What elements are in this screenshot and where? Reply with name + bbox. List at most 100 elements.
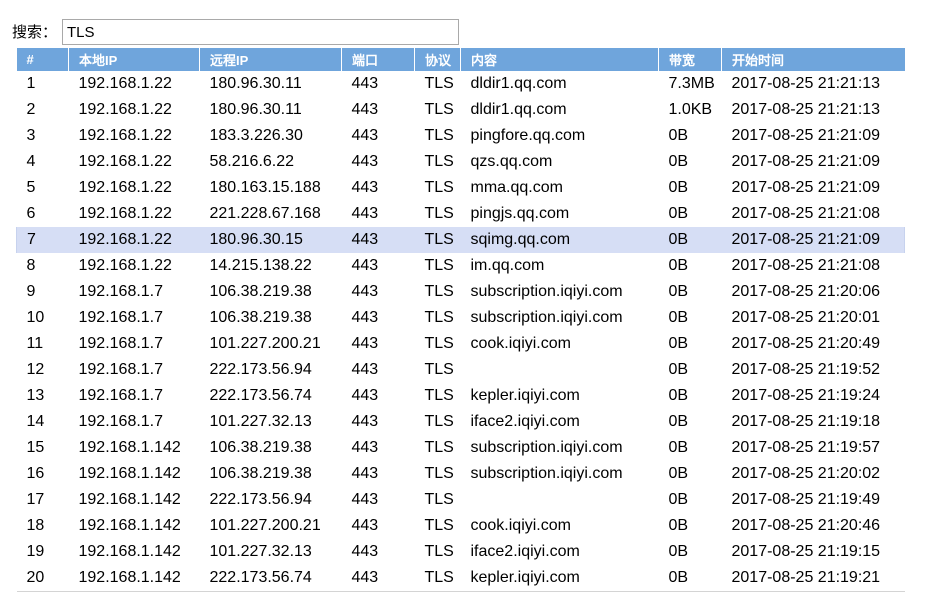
content-cell: sqimg.qq.com — [460, 227, 659, 253]
column-header-remote-ip[interactable]: 远程IP — [199, 48, 342, 71]
row-index-cell: 6 — [26, 205, 36, 222]
column-header-content[interactable]: 内容 — [460, 48, 659, 71]
table-row[interactable]: 11 192.168.1.7 101.227.200.21 443 TLS cook.iq… — [17, 331, 905, 357]
table-row[interactable]: 15 192.168.1.142 106.38.219.38 443 TLS subscr… — [17, 435, 905, 461]
content-cell: qzs.qq.com — [470, 153, 553, 170]
remote-ip-cell: 222.173.56.74 — [209, 387, 312, 404]
port-cell: 443 — [351, 413, 379, 430]
protocol-cell: TLS — [424, 101, 454, 118]
table-row[interactable]: 17 192.168.1.142 222.173.56.94 443 TLS 0B 2017… — [17, 487, 905, 513]
column-header-index[interactable]: # — [16, 48, 69, 71]
table-row[interactable]: 16 192.168.1.142 106.38.219.38 443 TLS subscr… — [17, 461, 905, 487]
start-time-cell: 2017-08-25 21:21:09 — [731, 179, 881, 196]
search-bar: 搜索： — [12, 19, 459, 45]
bandwidth-cell: 0B — [668, 205, 689, 222]
bandwidth-cell: 0B — [668, 361, 689, 378]
remote-ip-cell: 180.96.30.11 — [209, 101, 302, 118]
table-row[interactable]: 4 192.168.1.22 58.216.6.22 443 TLS qzs.qq.com… — [17, 149, 905, 175]
remote-ip-cell: 180.96.30.11 — [209, 75, 302, 92]
start-time-cell: 2017-08-25 21:19:52 — [731, 361, 881, 378]
row-index-cell: 10 — [26, 309, 45, 326]
port-cell: 443 — [351, 179, 379, 196]
port-cell: 443 — [351, 543, 379, 560]
local-ip-cell: 192.168.1.7 — [78, 387, 164, 404]
local-ip-cell: 192.168.1.142 — [78, 517, 181, 534]
local-ip-cell: 192.168.1.22 — [78, 101, 172, 118]
column-header-bandwidth[interactable]: 带宽 — [658, 48, 722, 71]
start-time-cell: 2017-08-25 21:19:24 — [731, 387, 881, 404]
start-time-cell: 2017-08-25 21:21:09 — [731, 127, 881, 144]
table-row[interactable]: 12 192.168.1.7 222.173.56.94 443 TLS 0B 2017-0… — [17, 357, 905, 383]
bandwidth-cell: 0B — [668, 257, 689, 274]
start-time-cell: 2017-08-25 21:19:21 — [731, 569, 881, 586]
table-row[interactable]: 3 192.168.1.22 183.3.226.30 443 TLS pingfore.… — [17, 123, 905, 149]
remote-ip-cell: 101.227.200.21 — [209, 335, 321, 352]
port-cell: 443 — [351, 205, 379, 222]
content-cell: im.qq.com — [470, 257, 545, 274]
bandwidth-cell: 0B — [668, 569, 689, 586]
table-header-row: # 本地IP 远程IP 端口 协议 内容 带宽 开始时间 — [16, 48, 905, 71]
content-cell — [461, 357, 659, 383]
local-ip-cell: 192.168.1.22 — [78, 153, 172, 170]
table-row[interactable]: 20 192.168.1.142 222.173.56.74 443 TLS kepler… — [17, 565, 905, 592]
bandwidth-cell: 0B — [668, 465, 689, 482]
content-cell: dldir1.qq.com — [470, 101, 567, 118]
table-row[interactable]: 19 192.168.1.142 101.227.32.13 443 TLS iface2… — [17, 539, 905, 565]
row-index-cell: 3 — [26, 127, 36, 144]
table-row[interactable]: 7 192.168.1.22 180.96.30.15 443 TLS sqimg.qq.… — [16, 227, 905, 253]
table-row[interactable]: 8 192.168.1.22 14.215.138.22 443 TLS im.qq.co… — [17, 253, 905, 279]
bandwidth-cell: 0B — [668, 153, 689, 170]
remote-ip-cell: 106.38.219.38 — [209, 283, 312, 300]
protocol-cell: TLS — [424, 465, 454, 482]
start-time-cell: 2017-08-25 21:21:13 — [731, 101, 881, 118]
table-row[interactable]: 1 192.168.1.22 180.96.30.11 443 TLS dldir1.qq… — [17, 71, 905, 97]
content-cell: subscription.iqiyi.com — [470, 283, 623, 300]
local-ip-cell: 192.168.1.22 — [78, 205, 172, 222]
row-index-cell: 9 — [26, 283, 36, 300]
protocol-cell: TLS — [424, 491, 454, 508]
protocol-cell: TLS — [424, 569, 454, 586]
column-header-port[interactable]: 端口 — [341, 48, 415, 71]
protocol-cell: TLS — [424, 439, 454, 456]
protocol-cell: TLS — [424, 335, 454, 352]
start-time-cell: 2017-08-25 21:19:57 — [731, 439, 881, 456]
port-cell: 443 — [351, 361, 379, 378]
table-row[interactable]: 9 192.168.1.7 106.38.219.38 443 TLS subscript… — [17, 279, 905, 305]
bandwidth-cell: 0B — [668, 439, 689, 456]
content-cell: iface2.iqiyi.com — [470, 543, 580, 560]
start-time-cell: 2017-08-25 21:20:01 — [731, 309, 881, 326]
local-ip-cell: 192.168.1.7 — [78, 283, 164, 300]
table-row[interactable]: 13 192.168.1.7 222.173.56.74 443 TLS kepler.i… — [17, 383, 905, 409]
remote-ip-cell: 222.173.56.94 — [209, 361, 312, 378]
protocol-cell: TLS — [424, 543, 454, 560]
table-row[interactable]: 5 192.168.1.22 180.163.15.188 443 TLS mma.qq.… — [17, 175, 905, 201]
table-body: 1 192.168.1.22 180.96.30.11 443 TLS dldir1.qq… — [16, 71, 905, 592]
remote-ip-cell: 221.228.67.168 — [209, 205, 321, 222]
port-cell: 443 — [351, 127, 379, 144]
remote-ip-cell: 180.163.15.188 — [209, 179, 321, 196]
column-header-local-ip[interactable]: 本地IP — [68, 48, 200, 71]
local-ip-cell: 192.168.1.22 — [78, 75, 172, 92]
local-ip-cell: 192.168.1.7 — [78, 361, 164, 378]
table-row[interactable]: 14 192.168.1.7 101.227.32.13 443 TLS iface2.i… — [17, 409, 905, 435]
column-header-start-time[interactable]: 开始时间 — [721, 48, 905, 71]
table-row[interactable]: 6 192.168.1.22 221.228.67.168 443 TLS pingjs.… — [17, 201, 905, 227]
row-index-cell: 7 — [16, 227, 69, 253]
row-index-cell: 11 — [26, 335, 44, 352]
port-cell: 443 — [351, 491, 379, 508]
row-index-cell: 18 — [26, 517, 45, 534]
row-index-cell: 17 — [26, 491, 45, 508]
search-input[interactable] — [62, 19, 459, 45]
content-cell: kepler.iqiyi.com — [470, 387, 580, 404]
port-cell: 443 — [351, 569, 379, 586]
table-row[interactable]: 2 192.168.1.22 180.96.30.11 443 TLS dldir1.qq… — [17, 97, 905, 123]
column-header-protocol[interactable]: 协议 — [414, 48, 461, 71]
row-index-cell: 15 — [26, 439, 45, 456]
table-row[interactable]: 10 192.168.1.7 106.38.219.38 443 TLS subscrip… — [17, 305, 905, 331]
start-time-cell: 2017-08-25 21:20:02 — [731, 465, 881, 482]
local-ip-cell: 192.168.1.142 — [78, 569, 181, 586]
remote-ip-cell: 106.38.219.38 — [209, 465, 312, 482]
row-index-cell: 1 — [26, 75, 36, 92]
table-row[interactable]: 18 192.168.1.142 101.227.200.21 443 TLS cook.… — [17, 513, 905, 539]
protocol-cell: TLS — [424, 127, 454, 144]
